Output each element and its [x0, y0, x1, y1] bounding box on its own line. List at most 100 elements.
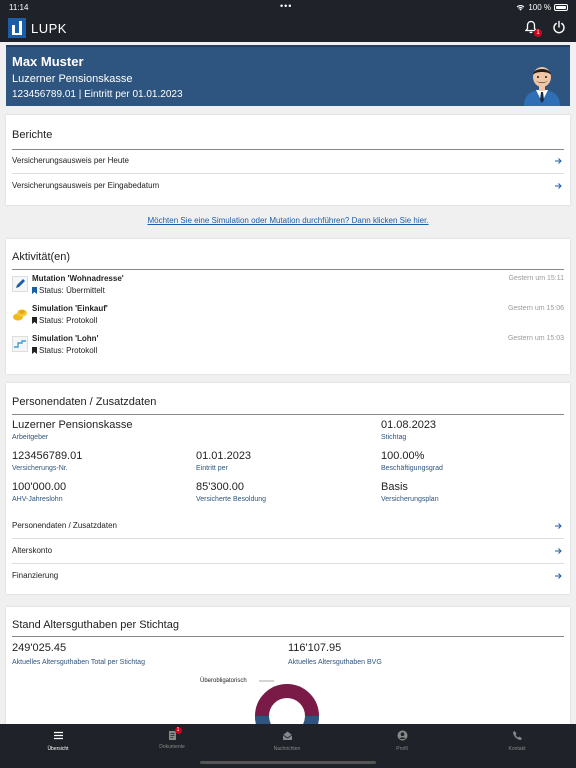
total-assets-label: Aktuelles Altersguthaben Total per Stich…	[12, 659, 145, 666]
donut-label: Überobligatorisch	[200, 678, 247, 684]
status-bar: 11:14 ••• 100 %	[0, 0, 576, 14]
report-link-date[interactable]: Versicherungsausweis per Eingabedatum	[12, 181, 564, 195]
nav-label: Übersicht	[47, 746, 69, 752]
assets-donut-chart	[255, 680, 319, 724]
donut-segment-ueberobligatorisch	[255, 684, 319, 724]
field-value: 123456789.01	[12, 450, 83, 462]
simulation-cta-link[interactable]: Möchten Sie eine Simulation oder Mutatio…	[0, 216, 576, 225]
retirement-assets-card: Stand Altersguthaben per Stichtag 249'02…	[6, 607, 570, 724]
home-indicator[interactable]	[200, 761, 376, 764]
multitask-dots[interactable]: •••	[280, 1, 292, 11]
bvg-assets-value: 116'107.95	[288, 642, 342, 654]
nav-label: Profil	[396, 746, 408, 752]
wifi-icon	[516, 5, 525, 11]
field-value: 100'000.00	[12, 481, 67, 493]
status-time: 11:14	[9, 3, 29, 12]
link-label: Alterskonto	[12, 546, 53, 555]
retirement-assets-title: Stand Altersguthaben per Stichtag	[12, 619, 179, 631]
profile-icon	[397, 730, 407, 741]
nav-tab-dokumente[interactable]: 1 Dokumente	[142, 727, 202, 750]
link-label: Personendaten / Zusatzdaten	[12, 521, 117, 530]
bottom-navigation: Übersicht 1 Dokumente Nachrichten Profil…	[0, 724, 576, 768]
field-value: 100.00%	[381, 450, 425, 462]
reports-card: Berichte Versicherungsausweis per Heute …	[6, 115, 570, 205]
field-label: AHV-Jahreslohn	[12, 496, 63, 503]
field-label: Versicherte Besoldung	[196, 496, 267, 503]
arrow-right-icon	[555, 548, 562, 554]
field-value: Basis	[381, 481, 408, 493]
field-value: 01.08.2023	[381, 419, 437, 431]
total-assets-value: 249'025.45	[12, 642, 67, 654]
activity-item[interactable]: Simulation 'Lohn' Status: Protokoll Gest…	[12, 334, 564, 362]
field-label: Eintritt per	[196, 465, 228, 472]
documents-badge: 1	[174, 727, 182, 734]
personal-data-title: Personendaten / Zusatzdaten	[12, 396, 157, 408]
field-label: Stichtag	[381, 434, 407, 441]
activity-title: Mutation 'Wohnadresse'	[32, 274, 124, 283]
bvg-assets-label: Aktuelles Altersguthaben BVG	[288, 659, 382, 666]
activity-status: Status: Protokoll	[39, 316, 98, 325]
arrow-right-icon	[555, 523, 562, 529]
report-link-label: Versicherungsausweis per Heute	[12, 156, 129, 165]
link-finanzierung[interactable]: Finanzierung	[12, 571, 564, 585]
link-personal-data[interactable]: Personendaten / Zusatzdaten	[12, 521, 564, 535]
bookmark-icon	[32, 317, 37, 324]
activities-card: Aktivität(en) Mutation 'Wohnadresse' Sta…	[6, 239, 570, 374]
battery-icon	[554, 4, 568, 11]
logout-button[interactable]	[552, 20, 568, 36]
mail-icon	[282, 731, 292, 740]
nav-tab-profil[interactable]: Profil	[372, 730, 432, 752]
report-link-today[interactable]: Versicherungsausweis per Heute	[12, 156, 564, 170]
report-link-label: Versicherungsausweis per Eingabedatum	[12, 181, 160, 190]
bookmark-icon	[32, 287, 37, 294]
nav-label: Dokumente	[159, 744, 185, 750]
nav-tab-nachrichten[interactable]: Nachrichten	[257, 730, 317, 752]
activity-status: Status: Protokoll	[39, 346, 98, 355]
member-ids: 123456789.01 | Eintritt per 01.01.2023	[12, 89, 183, 100]
coins-icon	[13, 309, 27, 321]
app-title: LUPK	[31, 21, 67, 36]
phone-icon	[512, 731, 522, 740]
activity-status: Status: Übermittelt	[39, 286, 105, 295]
activity-title: Simulation 'Einkauf'	[32, 304, 108, 313]
reports-title: Berichte	[12, 129, 53, 141]
battery-percent: 100 %	[528, 3, 551, 12]
avatar	[524, 67, 560, 106]
salary-chart-icon	[12, 336, 28, 352]
arrow-right-icon	[555, 158, 562, 164]
donut-segment-bvg	[255, 715, 319, 724]
member-name: Max Muster	[12, 54, 84, 69]
app-header: LUPK 1	[0, 14, 576, 42]
field-label: Beschäftigungsgrad	[381, 465, 443, 472]
field-label: Versicherungs-Nr.	[12, 465, 68, 472]
nav-label: Nachrichten	[273, 746, 301, 752]
notifications-button[interactable]: 1	[524, 20, 542, 37]
activity-time: Gestern um 15:11	[508, 275, 564, 282]
activity-item[interactable]: Simulation 'Einkauf' Status: Protokoll G…	[12, 304, 564, 332]
notification-badge: 1	[534, 29, 542, 37]
menu-icon	[53, 731, 63, 740]
activity-item[interactable]: Mutation 'Wohnadresse' Status: Übermitte…	[12, 274, 564, 302]
field-label: Arbeitgeber	[12, 434, 49, 441]
activity-time: Gestern um 15:03	[507, 335, 564, 342]
nav-label: Kontakt	[508, 746, 526, 752]
lupk-logo	[8, 18, 26, 38]
arrow-right-icon	[555, 573, 562, 579]
field-label: Versicherungsplan	[381, 496, 439, 503]
nav-tab-uebersicht[interactable]: Übersicht	[28, 730, 88, 752]
activity-title: Simulation 'Lohn'	[32, 334, 99, 343]
field-value: Luzerner Pensionskasse	[12, 419, 133, 431]
link-label: Finanzierung	[12, 571, 59, 580]
field-value: 01.01.2023	[196, 450, 252, 462]
field-value: 85'300.00	[196, 481, 244, 493]
activity-time: Gestern um 15:06	[507, 305, 564, 312]
pension-fund-name: Luzerner Pensionskasse	[12, 73, 133, 85]
personal-data-card: Personendaten / Zusatzdaten Luzerner Pen…	[6, 383, 570, 594]
nav-tab-kontakt[interactable]: Kontakt	[487, 730, 547, 752]
pencil-icon	[12, 276, 28, 292]
power-icon	[553, 20, 565, 34]
arrow-right-icon	[555, 183, 562, 189]
link-alterskonto[interactable]: Alterskonto	[12, 546, 564, 560]
profile-header: Max Muster Luzerner Pensionskasse 123456…	[6, 45, 570, 106]
bookmark-icon	[32, 347, 37, 354]
